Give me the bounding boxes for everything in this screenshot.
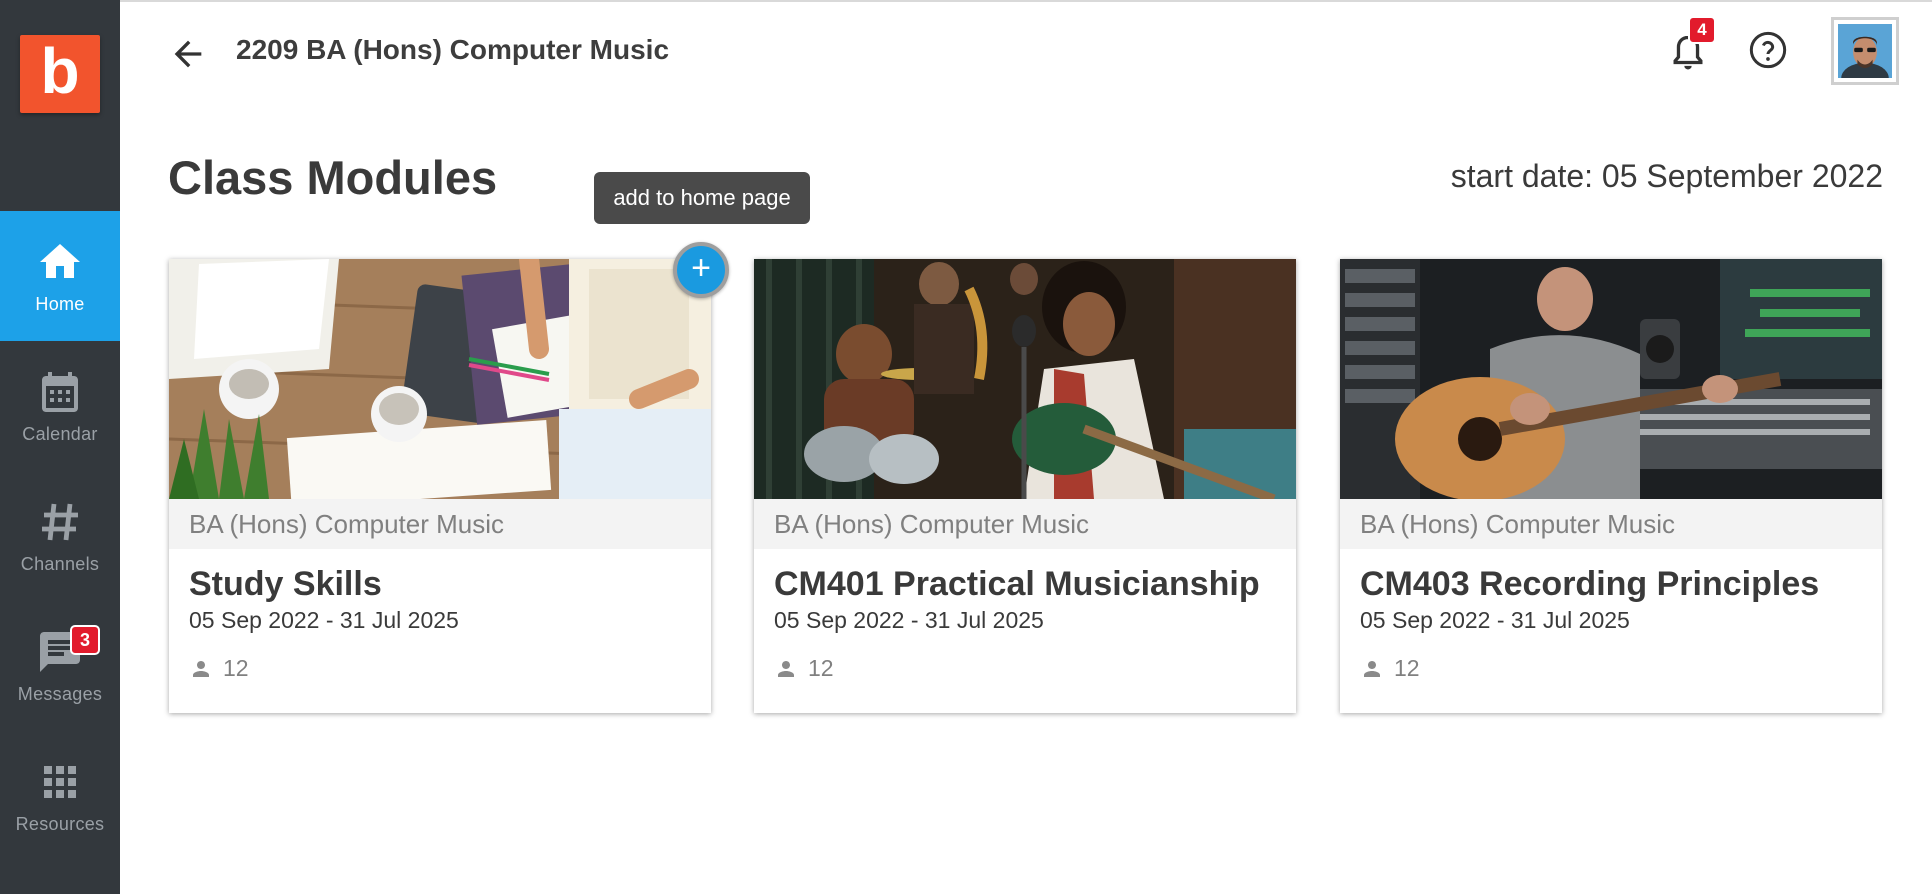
sidebar-item-resources[interactable]: Resources (0, 731, 120, 861)
sidebar-item-home[interactable]: Home (0, 211, 120, 341)
card-members: 12 (1360, 655, 1420, 682)
page-title: 2209 BA (Hons) Computer Music (236, 34, 670, 65)
person-icon (193, 660, 209, 677)
help-button[interactable] (1748, 30, 1788, 70)
card-title[interactable]: CM403 Recording Principles (1360, 565, 1819, 604)
hash-icon (42, 503, 78, 540)
person-icon (1364, 660, 1380, 677)
card-members: 12 (774, 655, 834, 682)
card-image (1340, 259, 1882, 499)
person-icon (778, 660, 794, 677)
card-image (169, 259, 711, 499)
card-dates: 05 Sep 2022 - 31 Jul 2025 (1360, 607, 1630, 633)
sidebar-item-label: Channels (20, 553, 100, 574)
start-date: start date: 05 September 2022 (1450, 158, 1883, 194)
member-count: 12 (808, 655, 834, 681)
module-card-cm403[interactable]: BA (Hons) Computer Music CM403 Recording… (1340, 259, 1882, 713)
sidebar-item-messages[interactable]: Messages 3 (0, 601, 120, 731)
sidebar-item-label: Home (35, 293, 85, 314)
sidebar-item-label: Resources (15, 813, 105, 834)
card-image (754, 259, 1296, 499)
home-icon (40, 243, 80, 278)
sidebar-item-label: Messages (17, 683, 103, 704)
card-members: 12 (189, 655, 249, 682)
card-subtitle: BA (Hons) Computer Music (1340, 499, 1882, 549)
notification-badge: 4 (1688, 16, 1716, 44)
card-subtitle: BA (Hons) Computer Music (169, 499, 711, 549)
member-count: 12 (1394, 655, 1420, 681)
arrow-back-icon (174, 40, 202, 68)
tooltip: add to home page (594, 172, 810, 224)
card-subtitle: BA (Hons) Computer Music (754, 499, 1296, 549)
add-to-home-button[interactable]: + (673, 242, 729, 298)
sidebar-item-label: Calendar (22, 423, 98, 444)
card-title[interactable]: CM401 Practical Musicianship (774, 565, 1260, 604)
calendar-icon (42, 371, 78, 412)
sidebar-item-calendar[interactable]: Calendar (0, 341, 120, 471)
card-title[interactable]: Study Skills (189, 565, 382, 604)
sidebar: b Home Calendar Channels Messages 3 Reso… (0, 0, 120, 894)
back-button[interactable] (168, 34, 208, 74)
top-divider (120, 0, 1932, 2)
avatar-photo (1838, 24, 1892, 78)
member-count: 12 (223, 655, 249, 681)
card-dates: 05 Sep 2022 - 31 Jul 2025 (774, 607, 1044, 633)
module-card-cm401[interactable]: BA (Hons) Computer Music CM401 Practical… (754, 259, 1296, 713)
user-avatar[interactable] (1831, 17, 1899, 85)
section-title: Class Modules (168, 151, 498, 204)
app-logo[interactable]: b (20, 35, 100, 113)
sidebar-item-channels[interactable]: Channels (0, 471, 120, 601)
messages-badge: 3 (70, 625, 100, 655)
grid-icon (44, 765, 76, 798)
help-icon (1749, 31, 1787, 69)
module-card-study-skills[interactable]: BA (Hons) Computer Music Study Skills 05… (169, 259, 711, 713)
card-dates: 05 Sep 2022 - 31 Jul 2025 (189, 607, 459, 633)
